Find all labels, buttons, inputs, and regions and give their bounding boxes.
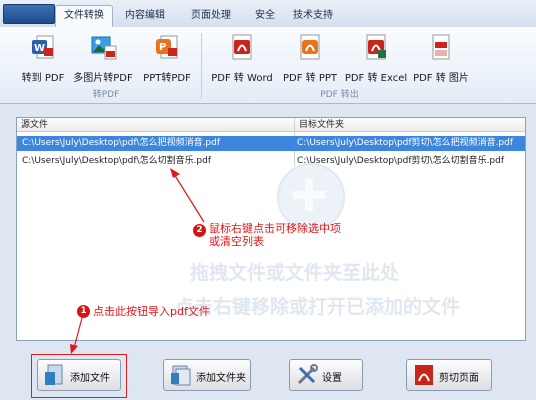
- drop-zone-hint: 拖拽文件或文件夹至此处: [190, 262, 400, 284]
- pdf-to-ppt-button[interactable]: PDF 转 PPT: [279, 31, 341, 85]
- tab-security[interactable]: 安全: [247, 6, 283, 26]
- tab-tech-support[interactable]: 技术支持: [285, 6, 341, 26]
- column-header-source[interactable]: 源文件: [17, 118, 295, 132]
- group-pdf-out-label: PDF 转出: [320, 90, 359, 100]
- cut-pages-button[interactable]: 剪切页面: [406, 359, 492, 391]
- annotation-badge-2: 2: [193, 224, 206, 237]
- row-target-path: C:\Users\July\Desktop\pdf剪切\怎么把视频消音.pdf: [297, 138, 514, 148]
- group-to-pdf-label: 转PDF: [92, 90, 120, 100]
- tab-file-convert[interactable]: 文件转换: [55, 5, 113, 28]
- images-to-pdf-button[interactable]: 多图片转PDF: [70, 31, 136, 85]
- settings-button[interactable]: 设置: [289, 359, 363, 391]
- pdf-to-ppt-label: PDF 转 PPT: [282, 73, 337, 84]
- word-to-pdf-icon: W: [31, 34, 55, 60]
- to-pdf-label: 转到 PDF: [21, 73, 65, 84]
- row-source-path: C:\Users\July\Desktop\pdf\怎么把视频消音.pdf: [22, 138, 221, 148]
- column-header-target[interactable]: 目标文件夹: [295, 118, 525, 132]
- add-file-label: 添加文件: [70, 373, 110, 384]
- pdf-to-word-button[interactable]: PDF 转 Word: [207, 31, 277, 85]
- pdf-ppt-icon: [298, 34, 322, 60]
- drop-zone-hint-remove: 点击右键移除或打开已添加的文件: [175, 296, 461, 318]
- annotation-text-2b: 或清空列表: [209, 235, 264, 248]
- ppt-to-pdf-button[interactable]: P PPT转PDF: [138, 31, 196, 85]
- pdf-excel-icon: [364, 34, 388, 60]
- ribbon-separator: [201, 33, 202, 99]
- add-folder-icon: [170, 364, 192, 386]
- pdf-to-excel-label: PDF 转 Excel: [344, 73, 408, 84]
- annotation-arrow-1: [70, 317, 83, 354]
- table-row[interactable]: C:\Users\July\Desktop\pdf\怎么把视频消音.pdf C:…: [17, 136, 525, 151]
- pdf-to-word-label: PDF 转 Word: [211, 73, 273, 84]
- ppt-to-pdf-label: PPT转PDF: [143, 73, 191, 84]
- ribbon-panel: W 转到 PDF 多图片转PDF P PPT转PDF 转PDF PDF 转 Wo…: [0, 27, 536, 104]
- add-folder-label: 添加文件夹: [196, 373, 246, 384]
- row-source-path: C:\Users\July\Desktop\pdf\怎么切割音乐.pdf: [22, 156, 212, 166]
- pdf-to-excel-button[interactable]: PDF 转 Excel: [343, 31, 409, 85]
- ribbon-tab-bar: 文件转换 内容编辑 页面处理 安全 技术支持: [0, 0, 536, 28]
- drop-zone-plus-v: [305, 179, 313, 211]
- images-to-pdf-icon: [91, 34, 117, 60]
- settings-label: 设置: [322, 373, 342, 384]
- table-row[interactable]: C:\Users\July\Desktop\pdf\怎么切割音乐.pdf C:\…: [17, 154, 525, 169]
- tab-content-edit[interactable]: 内容编辑: [117, 6, 173, 26]
- cut-pages-label: 剪切页面: [439, 373, 479, 384]
- row-target-path: C:\Users\July\Desktop\pdf剪切\怎么切割音乐.pdf: [297, 156, 505, 166]
- add-file-icon: [44, 364, 66, 386]
- pdf-to-image-button[interactable]: PDF 转 图片: [410, 31, 472, 85]
- tab-page-process[interactable]: 页面处理: [183, 6, 239, 26]
- images-to-pdf-label: 多图片转PDF: [73, 73, 133, 84]
- pdf-word-icon: [230, 34, 254, 60]
- app-menu-button[interactable]: [3, 4, 55, 24]
- pdf-to-image-label: PDF 转 图片: [413, 73, 469, 84]
- svg-text:W: W: [34, 43, 45, 54]
- settings-tools-icon: [296, 364, 318, 386]
- to-pdf-button[interactable]: W 转到 PDF: [16, 31, 70, 85]
- svg-text:P: P: [159, 42, 166, 53]
- add-file-button[interactable]: 添加文件: [37, 359, 121, 391]
- add-folder-button[interactable]: 添加文件夹: [163, 359, 251, 391]
- pdf-image-icon: [429, 34, 453, 60]
- annotation-text-1: 点击此按钮导入pdf文件: [93, 305, 210, 318]
- ppt-to-pdf-icon: P: [155, 34, 179, 60]
- cut-pages-icon: [413, 364, 435, 386]
